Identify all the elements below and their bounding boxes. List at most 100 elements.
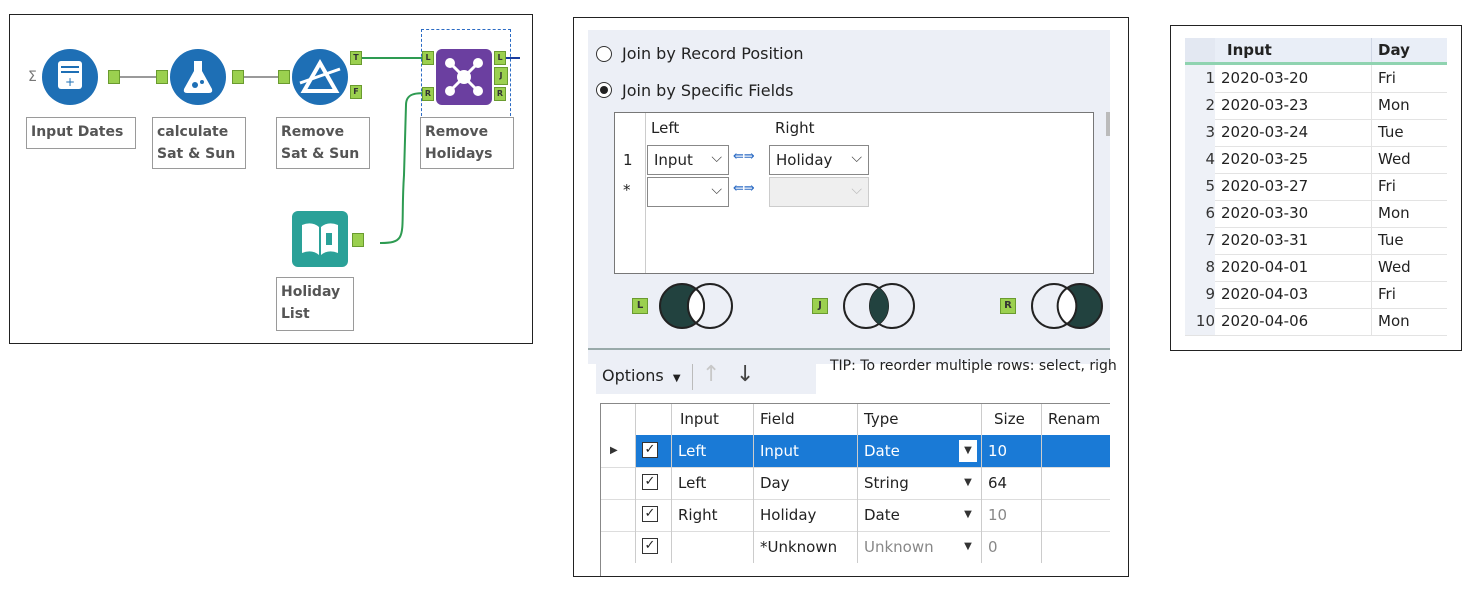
type-dropdown[interactable]: Unknown ▼ [858, 531, 982, 563]
join-left-anchor[interactable]: L [422, 51, 434, 65]
formula-tool[interactable] [170, 49, 226, 105]
cell-input: Right [672, 499, 754, 531]
field-checkbox[interactable]: ✓ [642, 474, 658, 490]
cell-input-date: 2020-04-03 [1221, 285, 1309, 303]
table-row[interactable]: ▶ ✓ Left Input Date ▼ 10 [600, 435, 1110, 468]
header-rename[interactable]: Renam [1042, 403, 1110, 435]
input-data-tool[interactable]: + [42, 49, 98, 105]
radio-join-by-position[interactable] [596, 46, 612, 62]
move-down-arrow-icon[interactable]: ↓ [736, 362, 754, 387]
result-row[interactable]: 7 2020-03-31 Tue [1185, 227, 1447, 255]
header-type[interactable]: Type [858, 403, 982, 435]
results-header-row: Input Day [1185, 38, 1447, 65]
caret-down-icon: ▼ [964, 541, 972, 552]
header-input[interactable]: Input [672, 403, 754, 435]
caret-down-icon: ▼ [964, 477, 972, 488]
type-dropdown[interactable]: Date ▼ [858, 435, 982, 467]
row-selector [600, 531, 636, 563]
cell-rename[interactable] [1042, 499, 1110, 531]
result-row[interactable]: 1 2020-03-20 Fri [1185, 65, 1447, 93]
header-field[interactable]: Field [754, 403, 858, 435]
cell-field[interactable]: *Unknown [754, 531, 858, 563]
cell-rename[interactable] [1042, 531, 1110, 563]
cell-rename[interactable] [1042, 467, 1110, 499]
cell-size[interactable]: 64 [982, 467, 1042, 499]
results-grid-panel: Input Day 1 2020-03-20 Fri 2 2020-03-23 Mon 3 2… [1170, 25, 1462, 351]
connection-wire-true [362, 57, 428, 59]
divider [588, 348, 1110, 350]
output-anchor[interactable] [352, 233, 364, 247]
radio-label-position: Join by Record Position [622, 44, 804, 63]
row-number-header [1185, 38, 1215, 62]
cell-day: Wed [1371, 254, 1448, 281]
left-field-dropdown[interactable]: Input ⌵ [647, 145, 729, 175]
join-output-label: J [812, 298, 828, 314]
true-anchor[interactable]: T [350, 51, 362, 65]
cell-field[interactable]: Holiday [754, 499, 858, 531]
join-output-right-anchor[interactable]: R [494, 87, 506, 101]
type-dropdown[interactable]: Date ▼ [858, 499, 982, 531]
options-menu-button[interactable]: Options ▼ [602, 366, 681, 385]
false-anchor[interactable]: F [350, 85, 362, 99]
header-input[interactable]: Input [1227, 41, 1272, 59]
cell-field[interactable]: Day [754, 467, 858, 499]
table-row[interactable]: ✓ Left Day String ▼ 64 [600, 467, 1110, 500]
workflow-canvas[interactable]: Σ + Input Dates calculate Sat & Sun T F … [9, 14, 533, 344]
right-field-value: Holiday [776, 151, 833, 169]
caret-down-icon: ▼ [672, 373, 681, 384]
output-anchor[interactable] [232, 70, 244, 84]
result-row[interactable]: 3 2020-03-24 Tue [1185, 119, 1447, 147]
formula-flask-icon [183, 61, 213, 93]
output-anchor[interactable] [108, 70, 120, 84]
cell-input: Left [672, 435, 754, 467]
cell-day: Mon [1371, 308, 1448, 335]
row-number: 6 [1185, 200, 1215, 227]
scrollbar[interactable] [1106, 112, 1110, 136]
input-anchor[interactable] [156, 70, 168, 84]
result-row[interactable]: 2 2020-03-23 Mon [1185, 92, 1447, 120]
venn-left-only-icon [659, 283, 733, 329]
cell-day: Fri [1371, 281, 1448, 308]
table-row[interactable]: ✓ Right Holiday Date ▼ 10 [600, 499, 1110, 532]
cell-field[interactable]: Input [754, 435, 858, 467]
join-output-join-anchor[interactable]: J [494, 67, 508, 85]
filter-tool[interactable] [292, 49, 348, 105]
cell-input-date: 2020-04-06 [1221, 312, 1309, 330]
result-row[interactable]: 6 2020-03-30 Mon [1185, 200, 1447, 228]
result-row[interactable]: 8 2020-04-01 Wed [1185, 254, 1447, 282]
cell-rename[interactable] [1042, 435, 1110, 467]
join-tool[interactable] [436, 49, 492, 105]
cell-size[interactable]: 10 [982, 435, 1042, 467]
right-field-dropdown[interactable]: Holiday ⌵ [769, 145, 869, 175]
checkbox-header [636, 403, 672, 435]
new-row-marker: * [623, 181, 631, 199]
venn-right-only-icon [1031, 283, 1103, 329]
options-toolbar: Options ▼ ↑ ↓ [596, 360, 816, 394]
row-selector [600, 467, 636, 499]
result-row[interactable]: 4 2020-03-25 Wed [1185, 146, 1447, 174]
sigma-icon: Σ [28, 69, 37, 85]
type-dropdown[interactable]: String ▼ [858, 467, 982, 499]
result-row[interactable]: 10 2020-04-06 Mon [1185, 308, 1447, 336]
result-row[interactable]: 5 2020-03-27 Fri [1185, 173, 1447, 201]
cell-input-date: 2020-03-24 [1221, 123, 1309, 141]
header-day[interactable]: Day [1371, 38, 1410, 62]
radio-label-fields: Join by Specific Fields [622, 81, 794, 100]
field-checkbox[interactable]: ✓ [642, 506, 658, 522]
grid-header-right: Right [775, 119, 815, 137]
join-output-left-anchor[interactable]: L [494, 51, 506, 65]
input-anchor[interactable] [278, 70, 290, 84]
result-row[interactable]: 9 2020-04-03 Fri [1185, 281, 1447, 309]
row-number: 7 [1185, 227, 1215, 254]
cell-type: Date [864, 506, 900, 524]
new-left-field-dropdown[interactable]: ⌵ [647, 177, 729, 207]
table-row[interactable]: ✓ *Unknown Unknown ▼ 0 [600, 531, 1110, 563]
radio-join-by-fields[interactable] [596, 82, 612, 98]
field-checkbox[interactable]: ✓ [642, 442, 658, 458]
tool-label-input-dates: Input Dates [26, 117, 136, 149]
field-checkbox[interactable]: ✓ [642, 538, 658, 554]
header-size[interactable]: Size [982, 403, 1042, 435]
holiday-list-tool[interactable] [292, 211, 348, 267]
chevron-down-icon: ⌵ [851, 150, 862, 166]
join-right-anchor[interactable]: R [422, 87, 434, 101]
